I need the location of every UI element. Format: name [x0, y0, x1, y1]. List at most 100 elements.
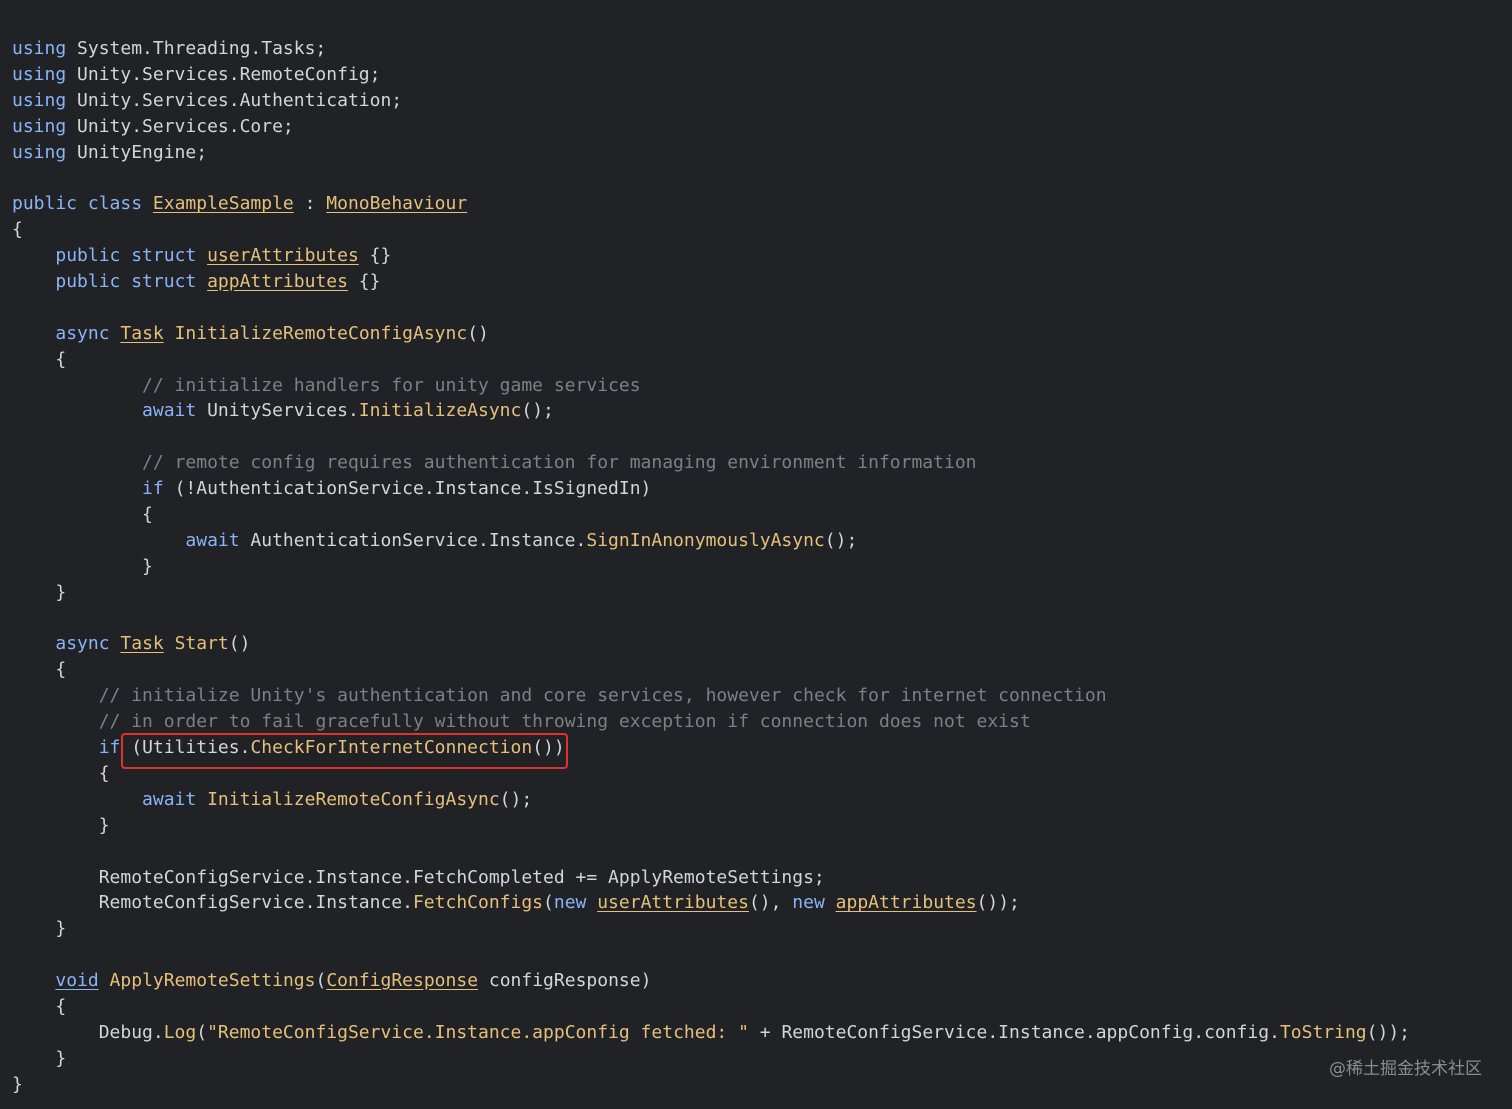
code-token: // initialize Unity's authentication and…	[98, 685, 1107, 707]
code-token: (	[315, 970, 327, 992]
code-token: (	[196, 1021, 208, 1043]
code-token: using	[12, 63, 67, 85]
code-line: }	[12, 1046, 1410, 1072]
code-token: // initialize handlers for unity game se…	[142, 374, 641, 396]
code-token: ()	[228, 633, 251, 655]
code-token: Unity.Services.Core;	[66, 115, 294, 137]
code-token: appAttributes	[207, 271, 348, 293]
code-token: using	[12, 115, 67, 137]
code-token: Debug.	[12, 1021, 164, 1043]
code-token: {}	[347, 271, 381, 293]
code-line: Debug.Log("RemoteConfigService.Instance.…	[12, 1020, 1410, 1046]
code-line: if (Utilities.CheckForInternetConnection…	[12, 735, 1410, 761]
code-token: // in order to fail gracefully without t…	[98, 711, 1031, 733]
code-token: ();	[824, 529, 858, 551]
code-token: }	[12, 1073, 23, 1095]
code-token: await	[142, 400, 197, 422]
code-token: void	[55, 970, 99, 992]
code-token: if	[142, 478, 164, 500]
code-line: // in order to fail gracefully without t…	[12, 709, 1410, 735]
code-line: await InitializeRemoteConfigAsync();	[12, 787, 1410, 813]
code-line: {	[12, 502, 1410, 528]
code-token: + RemoteConfigService.Instance.appConfig…	[748, 1021, 1280, 1043]
code-token: Unity.Services.Authentication;	[66, 89, 403, 111]
code-token: System.Threading.Tasks;	[66, 38, 327, 59]
code-token: if	[98, 737, 121, 759]
code-token: "RemoteConfigService.Instance.appConfig …	[207, 1021, 749, 1043]
code-line: await UnityServices.InitializeAsync();	[12, 398, 1410, 424]
code-token: ExampleSample	[152, 193, 294, 215]
code-token: ();	[521, 400, 554, 422]
code-token: ();	[499, 788, 533, 810]
code-token: }	[12, 581, 67, 603]
code-token: AuthenticationService.Instance.	[239, 529, 587, 551]
code-token: await	[185, 529, 240, 551]
code-line: {	[12, 761, 1410, 787]
code-line: await AuthenticationService.Instance.Sig…	[12, 528, 1410, 554]
code-token: ());	[976, 892, 1020, 914]
code-token: InitializeRemoteConfigAsync	[163, 322, 468, 344]
code-token: ())	[532, 737, 565, 759]
code-token: {	[12, 659, 67, 681]
code-token: {	[12, 995, 67, 1017]
code-token: {}	[358, 245, 392, 267]
code-token: public struct	[55, 271, 208, 293]
code-line: {	[12, 657, 1410, 683]
code-token: (	[543, 892, 554, 914]
code-token: MonoBehaviour	[326, 193, 468, 215]
code-block: using System.Threading.Tasks; using Unity…	[12, 36, 1410, 1098]
code-line: void ApplyRemoteSettings(ConfigResponse …	[12, 968, 1410, 994]
code-line: // initialize Unity's authentication and…	[12, 683, 1410, 709]
code-token: new	[792, 892, 836, 914]
code-line: }	[12, 1072, 1410, 1098]
code-token: // remote config requires authentication…	[142, 452, 977, 474]
code-token: Start	[163, 633, 229, 655]
code-token: }	[12, 814, 110, 836]
code-token: async	[55, 322, 121, 344]
code-token: InitializeRemoteConfigAsync	[196, 788, 500, 810]
code-token: RemoteConfigService.Instance.	[12, 892, 413, 914]
code-line: {	[12, 347, 1410, 373]
code-token: Task	[120, 633, 164, 655]
code-token: ConfigResponse	[326, 970, 479, 992]
code-token: ToString	[1279, 1021, 1367, 1043]
code-token: public struct	[55, 245, 208, 267]
code-token: UnityServices.	[196, 400, 359, 422]
watermark: @稀土掘金技术社区	[1329, 1059, 1482, 1079]
code-line: using Unity.Services.Authentication;	[12, 88, 1410, 114]
code-line: RemoteConfigService.Instance.FetchComple…	[12, 865, 1410, 891]
code-token: InitializeAsync	[358, 400, 522, 422]
code-token: Task	[120, 322, 164, 344]
code-line: {	[12, 217, 1410, 243]
code-token: (!AuthenticationService.Instance.IsSigne…	[163, 478, 652, 500]
code-token: }	[12, 918, 67, 940]
code-token: userAttributes	[597, 892, 749, 914]
code-token: using	[12, 89, 67, 111]
code-token: CheckForInternetConnection	[250, 737, 533, 759]
code-token: new	[553, 892, 598, 914]
code-token: }	[12, 1047, 67, 1069]
code-line: using System.Threading.Tasks;	[12, 36, 1410, 62]
code-token: userAttributes	[207, 245, 359, 267]
code-token: ApplyRemoteSettings	[98, 970, 316, 992]
code-line: using UnityEngine;	[12, 140, 1410, 166]
code-token: using	[12, 38, 67, 59]
code-line: {	[12, 994, 1410, 1020]
code-token: await	[142, 788, 197, 810]
code-token: ()	[467, 322, 489, 344]
code-line: if (!AuthenticationService.Instance.IsSi…	[12, 476, 1410, 502]
code-token: (Utilities.	[120, 737, 251, 759]
code-line: // initialize handlers for unity game se…	[12, 373, 1410, 399]
code-token: FetchConfigs	[412, 892, 544, 914]
